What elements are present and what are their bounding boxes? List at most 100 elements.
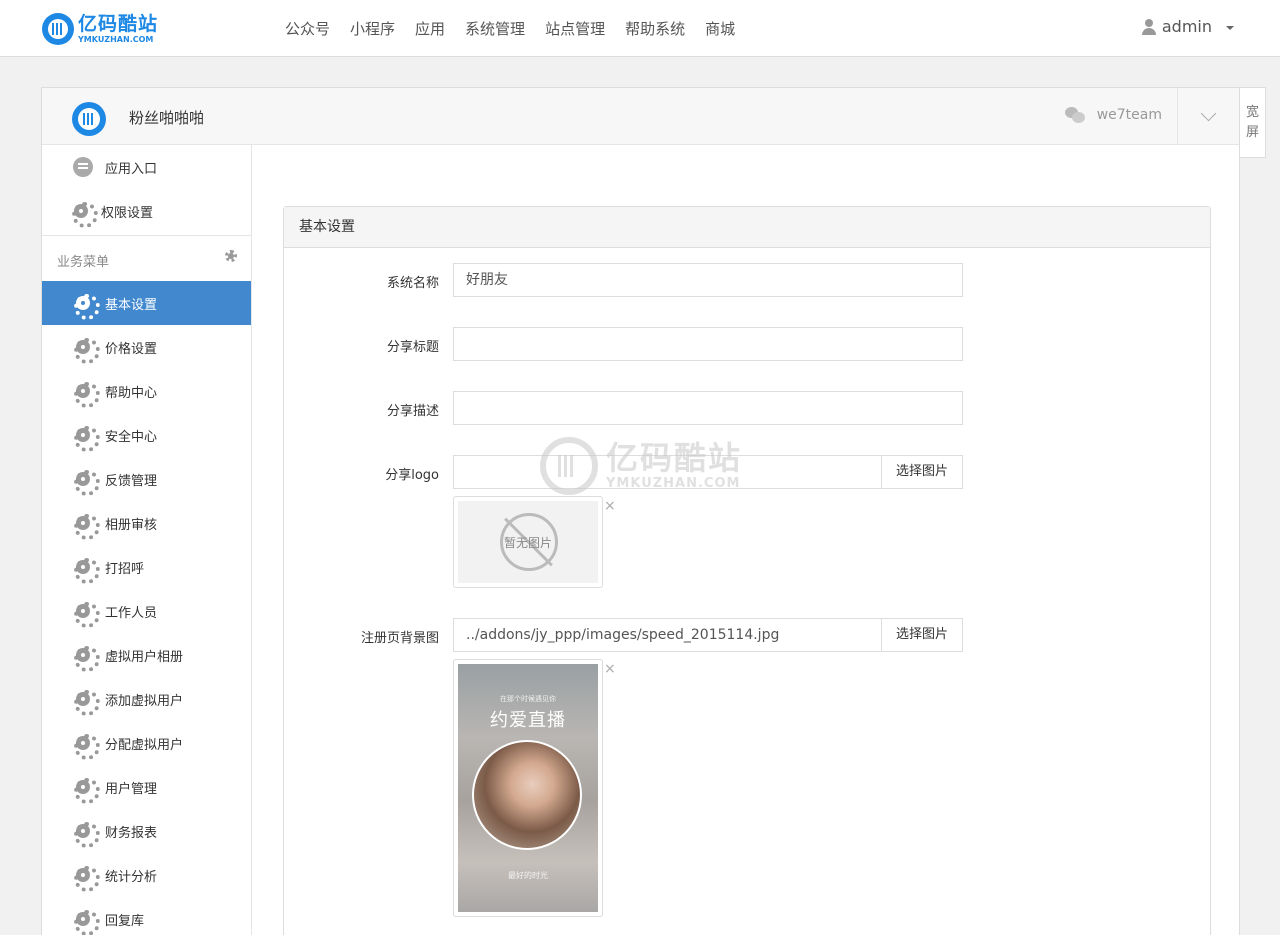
caret-down-icon xyxy=(1226,26,1234,30)
sidebar-item-label: 添加虚拟用户 xyxy=(105,693,184,709)
sidebar-item-feedback[interactable]: 反馈管理 xyxy=(42,457,251,501)
gear-icon xyxy=(73,689,100,716)
sidebar-item-label: 用户管理 xyxy=(105,781,158,797)
share-logo-label: 分享logo xyxy=(385,468,439,483)
nav-item-site[interactable]: 站点管理 xyxy=(545,18,605,39)
watermark-cn: 亿码酷站 xyxy=(606,439,743,477)
brand-sub: YMKUZHAN.COM xyxy=(78,34,154,44)
sidebar-item-label: 反馈管理 xyxy=(105,473,158,489)
brand-name: 亿码酷站 xyxy=(78,12,159,35)
nav-item-help[interactable]: 帮助系统 xyxy=(625,18,685,39)
gear-icon xyxy=(73,557,100,584)
reg-bg-label: 注册页背景图 xyxy=(360,631,439,646)
group-settings-icon[interactable] xyxy=(225,250,237,262)
sidebar-item-permissions[interactable]: 权限设置 xyxy=(42,189,251,233)
gear-icon xyxy=(73,777,100,804)
gear-icon xyxy=(73,425,100,452)
main-nav: 公众号 小程序 应用 系统管理 站点管理 帮助系统 商城 xyxy=(285,0,755,57)
sidebar-item-finance-report[interactable]: 财务报表 xyxy=(42,809,251,853)
sidebar-item-label: 基本设置 xyxy=(105,297,158,313)
reg-bg-image: 在那个时候遇见你 约爱直播 最好的时光 xyxy=(458,664,598,912)
remove-bg-icon[interactable]: × xyxy=(604,661,616,677)
account-header: 粉丝啪啪啪 we7team xyxy=(42,88,1239,145)
gear-icon xyxy=(73,293,100,320)
share-logo-choose-button[interactable]: 选择图片 xyxy=(881,455,963,489)
gear-icon xyxy=(73,601,100,628)
bg-image-title: 约爱直播 xyxy=(490,710,566,731)
share-desc-input[interactable] xyxy=(453,391,963,425)
wechat-account: we7team xyxy=(1064,107,1162,123)
account-avatar xyxy=(72,102,106,136)
nav-item-miniprogram[interactable]: 小程序 xyxy=(350,18,395,39)
wide-toggle-char-2: 屏 xyxy=(1245,124,1259,140)
bg-image-top-text: 在那个时候遇见你 xyxy=(500,695,556,703)
sidebar-item-label: 虚拟用户相册 xyxy=(105,649,184,665)
gear-icon xyxy=(71,201,98,228)
sidebar-item-app-entry[interactable]: 应用入口 xyxy=(42,145,251,189)
user-name: admin xyxy=(1161,17,1212,36)
sidebar-item-label: 帮助中心 xyxy=(105,385,158,401)
nav-item-store[interactable]: 商城 xyxy=(705,18,735,39)
sidebar-item-statistics[interactable]: 统计分析 xyxy=(42,853,251,897)
sidebar-item-label: 分配虚拟用户 xyxy=(105,737,184,753)
sidebar-item-label: 价格设置 xyxy=(105,341,158,357)
sidebar-item-label: 财务报表 xyxy=(105,825,158,841)
chevron-down-icon xyxy=(1200,105,1217,122)
sidebar-item-virtual-user-album[interactable]: 虚拟用户相册 xyxy=(42,633,251,677)
remove-logo-icon[interactable]: × xyxy=(604,498,616,514)
sidebar-item-help-center[interactable]: 帮助中心 xyxy=(42,369,251,413)
sidebar-item-basic-settings[interactable]: 基本设置 xyxy=(42,281,251,325)
basic-settings-card: 基本设置 系统名称 好朋友 分享标题 分享描述 分享logo 选择图片 暂无图片… xyxy=(283,206,1211,935)
main-panel: 粉丝啪啪啪 we7team 应用入口 权限设置 业务菜单 基本设置 价格设置 帮… xyxy=(41,87,1240,935)
gear-icon xyxy=(73,865,100,892)
sidebar-item-label: 回复库 xyxy=(105,913,145,929)
account-name: 粉丝啪啪啪 xyxy=(129,109,205,127)
reg-bg-preview: 在那个时候遇见你 约爱直播 最好的时光 xyxy=(453,659,603,917)
sidebar-item-label: 权限设置 xyxy=(101,205,154,221)
sidebar: 应用入口 权限设置 业务菜单 基本设置 价格设置 帮助中心 安全中心 反馈管理 xyxy=(42,145,252,935)
sidebar-item-greetings[interactable]: 打招呼 xyxy=(42,545,251,589)
bg-image-bottom-text: 最好的时光 xyxy=(508,871,548,880)
watermark-logo-icon xyxy=(540,437,598,495)
watermark-en: YMKUZHAN.COM xyxy=(606,476,741,491)
sidebar-item-label: 打招呼 xyxy=(105,561,145,577)
user-menu[interactable]: admin xyxy=(1141,17,1234,36)
wide-toggle-char-1: 宽 xyxy=(1245,104,1259,120)
nav-item-gongzhonghao[interactable]: 公众号 xyxy=(285,18,330,39)
nav-item-system[interactable]: 系统管理 xyxy=(465,18,525,39)
sidebar-item-add-virtual-user[interactable]: 添加虚拟用户 xyxy=(42,677,251,721)
account-switch-button[interactable] xyxy=(1177,88,1239,145)
chat-icon xyxy=(73,157,93,177)
sidebar-item-album-review[interactable]: 相册审核 xyxy=(42,501,251,545)
no-image-text: 暂无图片 xyxy=(503,536,552,550)
wide-screen-toggle[interactable]: 宽 屏 xyxy=(1240,87,1266,158)
sidebar-item-label: 相册审核 xyxy=(105,517,158,533)
nav-item-apps[interactable]: 应用 xyxy=(415,18,445,39)
sidebar-item-reply-library[interactable]: 回复库 xyxy=(42,897,251,935)
system-name-input[interactable]: 好朋友 xyxy=(453,263,963,297)
share-desc-label: 分享描述 xyxy=(386,404,439,419)
gear-icon xyxy=(73,909,100,935)
watermark: 亿码酷站 YMKUZHAN.COM xyxy=(540,437,742,495)
sidebar-item-staff[interactable]: 工作人员 xyxy=(42,589,251,633)
wechat-id: we7team xyxy=(1096,107,1162,123)
gear-icon xyxy=(73,733,100,760)
sidebar-item-user-management[interactable]: 用户管理 xyxy=(42,765,251,809)
sidebar-item-assign-virtual-user[interactable]: 分配虚拟用户 xyxy=(42,721,251,765)
system-name-label: 系统名称 xyxy=(386,276,439,291)
sidebar-item-security-center[interactable]: 安全中心 xyxy=(42,413,251,457)
user-icon xyxy=(1141,18,1156,35)
gear-icon xyxy=(73,469,100,496)
gear-icon xyxy=(73,513,100,540)
card-title: 基本设置 xyxy=(284,207,1210,248)
sidebar-item-label: 安全中心 xyxy=(105,429,158,445)
gear-icon xyxy=(73,821,100,848)
top-navbar: 亿码酷站 YMKUZHAN.COM 公众号 小程序 应用 系统管理 站点管理 帮… xyxy=(0,0,1280,57)
share-title-input[interactable] xyxy=(453,327,963,361)
gear-icon xyxy=(73,337,100,364)
reg-bg-input[interactable]: ../addons/jy_ppp/images/speed_2015114.jp… xyxy=(453,618,881,652)
sidebar-group-title: 业务菜单 xyxy=(57,255,110,270)
brand-logo[interactable]: 亿码酷站 YMKUZHAN.COM xyxy=(42,12,158,46)
sidebar-item-price-settings[interactable]: 价格设置 xyxy=(42,325,251,369)
reg-bg-choose-button[interactable]: 选择图片 xyxy=(881,618,963,652)
